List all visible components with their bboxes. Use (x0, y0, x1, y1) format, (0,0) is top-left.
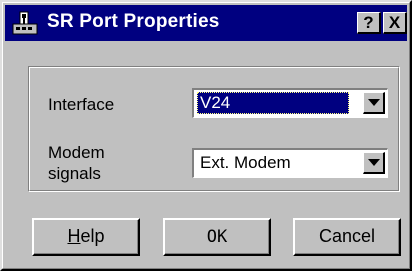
network-port-icon (11, 10, 39, 36)
interface-label: Interface (48, 95, 115, 114)
cancel-button-label: Cancel (318, 226, 376, 246)
chevron-down-icon (368, 99, 380, 106)
modem-signals-label: Modem signals (48, 143, 105, 183)
dialog-window: SR Port Properties ? X Interface V24 Mod… (0, 0, 412, 271)
ok-button-label: OK (206, 227, 228, 247)
interface-dropdown[interactable]: V24 (192, 88, 388, 118)
chevron-down-icon (368, 159, 380, 166)
help-mnemonic: H (67, 226, 81, 246)
window-title: SR Port Properties (47, 11, 220, 32)
cancel-button[interactable]: Cancel (293, 218, 401, 256)
modem-signals-value: Ext. Modem (200, 153, 291, 172)
interface-dropdown-arrow[interactable] (363, 92, 385, 114)
context-help-button[interactable]: ? (357, 12, 381, 34)
title-bar[interactable]: SR Port Properties ? X (5, 5, 407, 41)
help-button[interactable]: Help (32, 218, 140, 256)
help-button-label: elp (80, 226, 105, 246)
modem-signals-dropdown[interactable]: Ext. Modem (192, 148, 388, 178)
close-button[interactable]: X (383, 12, 407, 34)
interface-value: V24 (197, 92, 349, 114)
ok-button[interactable]: OK (163, 218, 271, 256)
modem-signals-dropdown-arrow[interactable] (363, 152, 385, 174)
